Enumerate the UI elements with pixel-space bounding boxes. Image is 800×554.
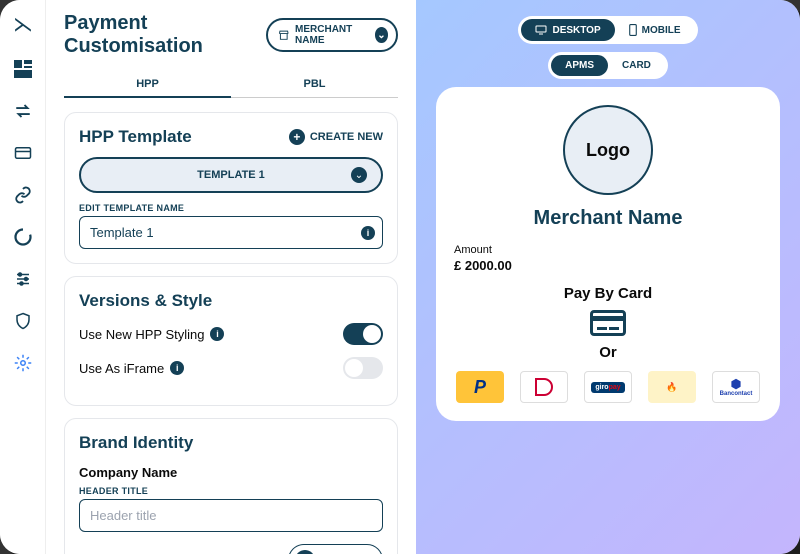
credit-card-icon[interactable] — [590, 310, 626, 336]
template-dropdown[interactable]: TEMPLATE 1 ⌄ — [79, 157, 383, 193]
payment-methods-row: P giropay 🔥 ⬢Bancontact — [454, 371, 762, 403]
merchant-label: MERCHANT NAME — [295, 24, 369, 46]
card-button[interactable]: CARD — [608, 55, 665, 76]
amount-label: Amount — [454, 244, 512, 256]
colour-swatch — [295, 550, 315, 554]
progress-icon[interactable] — [13, 227, 33, 247]
chevron-down-icon: ⌄ — [375, 27, 388, 43]
mobile-icon — [629, 24, 637, 36]
config-panel: Payment Customisation MERCHANT NAME ⌄ HP… — [46, 0, 416, 554]
ideal-button[interactable] — [520, 371, 568, 403]
card-icon[interactable] — [13, 143, 33, 163]
iframe-label: Use As iFramei — [79, 361, 184, 376]
preview-card: Logo Merchant Name Amount £ 2000.00 Pay … — [436, 87, 780, 421]
logo-placeholder: Logo — [563, 105, 653, 195]
edit-template-label: EDIT TEMPLATE NAME — [79, 203, 383, 213]
header-colour-picker[interactable]: #144056 — [288, 544, 383, 554]
brand-card-title: Brand Identity — [79, 433, 383, 453]
info-icon[interactable]: i — [361, 226, 375, 240]
shield-icon[interactable] — [13, 311, 33, 331]
link-icon[interactable] — [13, 185, 33, 205]
pay-by-card-title: Pay By Card — [564, 285, 652, 302]
info-icon[interactable]: i — [170, 361, 184, 375]
template-name-input[interactable] — [79, 216, 383, 249]
header-title-input[interactable] — [79, 499, 383, 532]
tabs: HPP PBL — [64, 72, 398, 98]
preview-panel: DESKTOP MOBILE APMS CARD Logo Merchant N… — [416, 0, 800, 554]
desktop-button[interactable]: DESKTOP — [521, 19, 614, 41]
create-new-button[interactable]: + CREATE NEW — [289, 129, 383, 145]
bancontact-button[interactable]: ⬢Bancontact — [712, 371, 760, 403]
fire-button[interactable]: 🔥 — [648, 371, 696, 403]
mobile-button[interactable]: MOBILE — [615, 19, 695, 41]
paypal-button[interactable]: P — [456, 371, 504, 403]
store-icon — [278, 28, 290, 42]
chevron-down-icon: ⌄ — [351, 167, 367, 183]
dashboard-icon[interactable] — [13, 59, 33, 79]
header-title-label: HEADER TITLE — [79, 486, 383, 496]
company-name-label: Company Name — [79, 465, 383, 480]
versions-card-title: Versions & Style — [79, 291, 383, 311]
settings-icon[interactable] — [13, 353, 33, 373]
page-title: Payment Customisation — [64, 12, 256, 58]
apms-button[interactable]: APMS — [551, 55, 608, 76]
app-logo: ⋌ — [13, 12, 33, 37]
new-styling-toggle[interactable] — [343, 323, 383, 345]
tab-hpp[interactable]: HPP — [64, 72, 231, 98]
versions-card: Versions & Style Use New HPP Stylingi Us… — [64, 276, 398, 406]
new-styling-label: Use New HPP Stylingi — [79, 327, 224, 342]
plus-icon: + — [289, 129, 305, 145]
sidebar: ⋌ — [0, 0, 46, 554]
method-segment: APMS CARD — [548, 52, 668, 79]
sliders-icon[interactable] — [13, 269, 33, 289]
template-card-title: HPP Template — [79, 127, 192, 147]
tab-pbl[interactable]: PBL — [231, 72, 398, 98]
desktop-icon — [535, 25, 547, 35]
merchant-selector[interactable]: MERCHANT NAME ⌄ — [266, 18, 399, 52]
amount-value: £ 2000.00 — [454, 258, 512, 273]
giropay-button[interactable]: giropay — [584, 371, 632, 403]
info-icon[interactable]: i — [210, 327, 224, 341]
preview-merchant-name: Merchant Name — [534, 207, 683, 230]
iframe-toggle[interactable] — [343, 357, 383, 379]
brand-card: Brand Identity Company Name HEADER TITLE… — [64, 418, 398, 554]
device-segment: DESKTOP MOBILE — [518, 16, 697, 44]
template-card: HPP Template + CREATE NEW TEMPLATE 1 ⌄ E… — [64, 112, 398, 264]
or-text: Or — [599, 344, 617, 361]
swap-icon[interactable] — [13, 101, 33, 121]
